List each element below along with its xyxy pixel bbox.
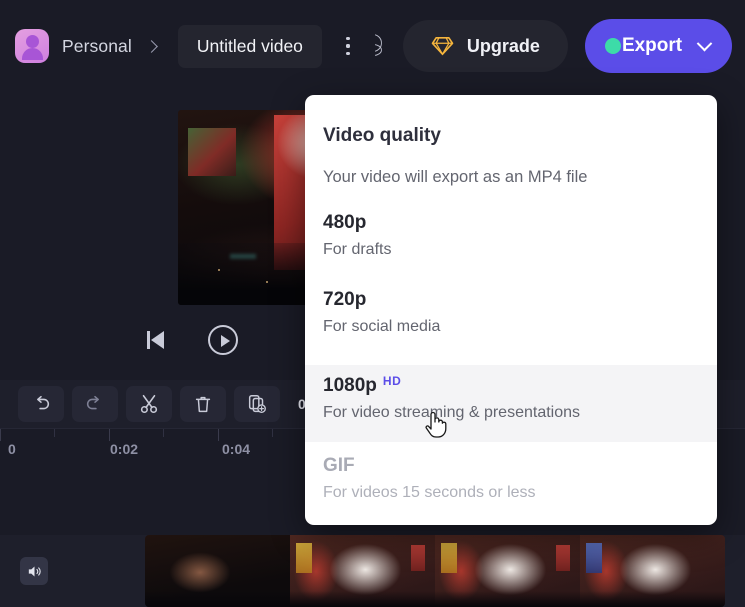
redo-arrow-icon [86,395,99,410]
clip-banner-left [296,543,312,573]
clip-banner-right [556,545,570,571]
hd-badge: HD [382,374,402,388]
skip-to-start-icon[interactable] [142,325,172,355]
upgrade-button[interactable]: Upgrade [402,20,568,72]
ruler-label: 0:04 [222,441,251,457]
preview-spark [218,269,220,271]
upgrade-button-label: Upgrade [466,35,540,56]
clip-banner-left [441,543,457,573]
ruler-tick [54,429,55,437]
redo-button[interactable] [72,386,118,422]
quality-option-720p[interactable]: 720p For social media [305,289,717,351]
play-circle-icon[interactable] [208,325,238,355]
scissors-icon [140,394,158,414]
clip-thumbnail-frame [290,535,435,607]
chevron-down-icon [696,35,713,51]
clip-thumbnail-frame [580,535,725,607]
duplicate-button[interactable] [234,386,280,422]
clip-crowd-shadow [290,591,435,607]
quality-option-description: For drafts [323,241,392,258]
clip-thumbnail-frame [145,535,290,607]
project-title-input[interactable]: Untitled video [177,24,322,68]
quality-option-description: For social media [323,318,441,335]
quality-option-1080p[interactable]: 1080p HD For video streaming & presentati… [305,365,717,442]
preview-secondary-screen [188,128,236,176]
ruler-tick [109,429,110,441]
app-header: Personal Untitled video Upgrade Export [0,0,745,92]
undo-button[interactable] [18,386,64,422]
timeline-track[interactable] [0,535,745,607]
diamond-gem-icon [431,37,454,56]
split-button[interactable] [126,386,172,422]
workspace-avatar[interactable] [15,29,49,63]
export-button-label: Export [621,35,683,56]
kebab-dot [346,51,350,55]
delete-button[interactable] [180,386,226,422]
speaker-volume-icon [28,566,41,576]
quality-option-name: 480p [323,212,367,233]
clip-crowd-shadow [580,591,725,607]
partial-cut-off-icon[interactable] [375,33,387,59]
quality-option-480p[interactable]: 480p For drafts [305,212,717,274]
preview-spark [266,281,268,283]
ruler-tick [0,429,1,441]
ruler-tick [163,429,164,437]
export-quality-dropdown: Video quality Your video will export as … [305,95,717,525]
clip-crowd-shadow [145,591,290,607]
quality-option-name: 720p [323,289,367,310]
quality-option-description: For videos 15 seconds or less [323,484,536,501]
clip-crowd-shadow [435,591,580,607]
clip-thumbnail-frame [435,535,580,607]
quality-option-name: GIF [323,455,355,476]
trash-can-icon [195,396,211,413]
clip-banner-left [586,543,602,573]
kebab-menu-icon[interactable] [338,33,358,59]
clip-banner-right [411,545,425,571]
chevron-right-icon [145,39,158,53]
ruler-label: 0 [8,441,16,457]
avatar-body-shape [21,48,43,60]
quality-option-gif: GIF For videos 15 seconds or less [305,455,717,517]
export-button[interactable]: Export [584,19,733,73]
green-dot-icon [604,38,621,54]
dropdown-title: Video quality [323,125,441,146]
undo-arrow-icon [37,395,50,410]
ruler-tick [218,429,219,441]
ruler-label: 0:02 [110,441,139,457]
kebab-dot [346,44,350,48]
clip-volume-button[interactable] [20,557,48,585]
quality-option-description: For video streaming & presentations [323,404,581,422]
video-editor-app: Personal Untitled video Upgrade Export 0… [0,0,745,607]
ruler-tick [272,429,273,437]
dropdown-subtitle: Your video will export as an MP4 file [323,168,588,186]
quality-option-name: 1080p [323,375,377,397]
duplicate-pages-icon [248,395,266,413]
video-clip[interactable] [145,535,725,607]
kebab-dot [346,37,350,41]
avatar-head-shape [25,35,39,48]
workspace-name-label[interactable]: Personal [62,36,132,57]
